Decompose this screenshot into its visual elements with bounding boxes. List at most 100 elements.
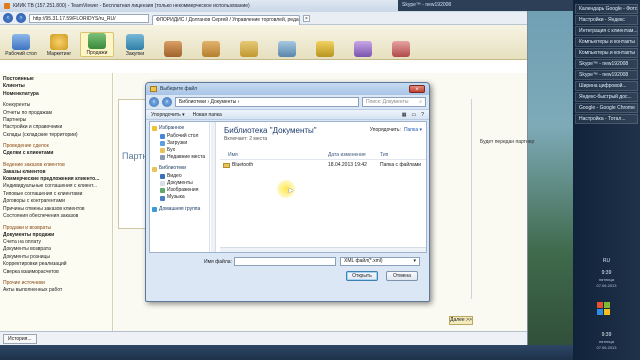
more-button[interactable]: Далее >> <box>449 316 473 325</box>
task-item[interactable]: Skype™ - new192008 <box>575 70 638 80</box>
tree-item-music[interactable]: Музыка <box>152 194 207 201</box>
open-button[interactable]: Открыть <box>346 271 378 281</box>
sidebar-item[interactable]: Документы продажи <box>3 232 109 239</box>
task-item[interactable]: Ширина цифровой... <box>575 81 638 91</box>
toolbar-purchases[interactable]: Закупки <box>118 34 152 57</box>
tree-scrollbar[interactable] <box>211 122 216 252</box>
toolbar-personnel[interactable] <box>346 41 380 57</box>
help-icon[interactable]: ? <box>421 112 424 118</box>
file-row[interactable]: Bluetooth 18.04.2013 19:42 Папка с файла… <box>220 162 426 170</box>
forward-icon[interactable]: › <box>162 97 172 107</box>
language-indicator[interactable]: RU <box>573 258 640 264</box>
toolbar-sales[interactable]: Продажи <box>80 32 114 57</box>
sidebar-item[interactable]: Настройки и справочники <box>3 124 109 131</box>
sidebar-item[interactable]: Номенклатура <box>3 91 109 98</box>
history-button[interactable]: История... <box>3 333 37 344</box>
tree-item-images[interactable]: Изображения <box>152 187 207 194</box>
task-item[interactable]: Настройки - Яндекс <box>575 15 638 25</box>
browser-tab[interactable]: ФЛОРИДИС / Долганов Сергей / Управление … <box>152 14 300 25</box>
toolbar-admin[interactable] <box>384 41 418 57</box>
new-folder-button[interactable]: Новая папка <box>193 112 222 118</box>
toolbar-desktop[interactable]: Рабочий стол <box>4 34 38 57</box>
sidebar-item[interactable]: Коммерческие предложения клиенто... <box>3 176 109 183</box>
tree-item-downloads[interactable]: Загрузки <box>152 140 207 147</box>
sidebar-item[interactable]: Индивидуальные соглашения с клиент... <box>3 183 109 190</box>
arrange-control[interactable]: Упорядочить: Папка ▾ <box>370 127 422 133</box>
sidebar-item[interactable]: Договоры с контрагентами <box>3 198 109 205</box>
address-bar[interactable]: http://95.31.17.59/FLORIDYS/ru_RU/ <box>29 13 149 23</box>
search-placeholder: Поиск: Документы <box>366 99 409 105</box>
favorites-header[interactable]: Избранное <box>152 125 207 133</box>
content-divider <box>471 99 481 299</box>
column-date[interactable]: Дата изменения <box>328 152 366 158</box>
task-item[interactable]: Skype™ - new192008 <box>575 59 638 69</box>
column-name[interactable]: Имя <box>228 152 238 158</box>
task-item[interactable]: Календарь Google - Фото... <box>575 4 638 14</box>
finance-icon <box>240 41 258 57</box>
toolbar-warehouse[interactable] <box>156 41 190 57</box>
sidebar-item[interactable]: Отчеты по продажам <box>3 110 109 117</box>
task-item[interactable]: Google - Google Chrome <box>575 103 638 113</box>
sidebar-item[interactable]: Причины отмены заказов клиентов <box>3 206 109 213</box>
filetype-select[interactable]: XML файл(*.xml) ▾ <box>340 257 420 266</box>
tree-item-documents[interactable]: Документы <box>152 180 207 187</box>
tree-label: Документы <box>167 180 193 187</box>
task-item[interactable]: Яндекс-быстрый дос... <box>575 92 638 102</box>
chevron-down-icon: ▾ <box>413 258 416 264</box>
file-list-hscrollbar[interactable] <box>220 247 426 252</box>
toolbar-cash[interactable] <box>270 41 304 57</box>
arrange-value[interactable]: Папка ▾ <box>404 127 422 133</box>
sidebar-item[interactable]: Сделки с клиентами <box>3 150 109 157</box>
task-item[interactable]: Настройка - Тотал... <box>575 114 638 124</box>
dialog-address[interactable]: Библиотеки › Документы › <box>175 97 359 107</box>
sidebar-item[interactable]: Заказы клиентов <box>3 169 109 176</box>
cancel-button[interactable]: Отмена <box>386 271 418 281</box>
homegroup-item[interactable]: Домашняя группа <box>152 206 207 214</box>
sidebar-item[interactable]: Типовые соглашения с клиентами <box>3 191 109 198</box>
dialog-search[interactable]: Поиск: Документы ⌕ <box>362 97 426 107</box>
sidebar-item[interactable]: Конкуренты <box>3 102 109 109</box>
back-icon[interactable]: ‹ <box>149 97 159 107</box>
back-icon[interactable]: ‹ <box>3 13 13 23</box>
sidebar-item[interactable]: Документы возврата <box>3 246 109 253</box>
organize-button[interactable]: Упорядочить ▾ <box>151 112 185 118</box>
sidebar-item[interactable]: Состояния обеспечения заказов <box>3 213 109 220</box>
preview-icon[interactable]: ▭ <box>411 112 416 118</box>
sidebar-group-5: Прочие источники Акты выполненных работ <box>3 280 109 294</box>
task-item[interactable]: Компьютеры и контакты <box>575 37 638 47</box>
sidebar-item[interactable]: Партнеры <box>3 117 109 124</box>
sidebar-item[interactable]: Счета на оплату <box>3 239 109 246</box>
tree-item-recent[interactable]: Недавние места <box>152 154 207 161</box>
column-type[interactable]: Тип <box>380 152 388 158</box>
toolbar-production[interactable] <box>194 41 228 57</box>
sidebar-item[interactable]: Склады (складские территории) <box>3 132 109 139</box>
sidebar-item[interactable]: Клиенты <box>3 83 109 90</box>
sidebar-item[interactable]: Сверка взаиморасчетов <box>3 269 109 276</box>
dialog-command-bar: Упорядочить ▾ Новая папка ▦ ▭ ? <box>146 109 429 120</box>
task-item[interactable]: Компьютеры и контакты <box>575 48 638 58</box>
sidebar-item[interactable]: Документы розницы <box>3 254 109 261</box>
tree-item-buh[interactable]: Бух <box>152 147 207 154</box>
windows-start-icon[interactable] <box>597 302 611 316</box>
skype-titlebar[interactable]: Skype™ - new192008 <box>398 0 578 11</box>
libraries-header[interactable]: Библиотеки <box>152 165 207 173</box>
toolbar-reports[interactable] <box>308 41 342 57</box>
close-tab-icon[interactable]: × <box>303 14 310 22</box>
navigation-tree: Избранное Рабочий стол Загрузки Бух Неда… <box>150 122 210 252</box>
task-item[interactable]: Интеграция с клиентам... <box>575 26 638 36</box>
toolbar-marketing[interactable]: Маркетинг <box>42 34 76 57</box>
close-icon[interactable]: × <box>409 85 425 93</box>
filename-input[interactable] <box>234 257 336 266</box>
images-icon <box>160 188 165 194</box>
toolbar-label: Рабочий стол <box>5 51 37 57</box>
sidebar-item[interactable]: Акты выполненных работ <box>3 287 109 294</box>
sidebar-item[interactable]: Постоянные <box>3 76 109 83</box>
toolbar-finance[interactable] <box>232 41 266 57</box>
library-subtitle[interactable]: Включает: 2 места <box>224 136 426 142</box>
forward-icon[interactable]: › <box>16 13 26 23</box>
sidebar-item[interactable]: Корректировки реализаций <box>3 261 109 268</box>
tree-item-video[interactable]: Видео <box>152 173 207 180</box>
cash-icon <box>278 41 296 57</box>
view-icon[interactable]: ▦ <box>402 112 407 118</box>
tree-item-desktop[interactable]: Рабочий стол <box>152 133 207 140</box>
